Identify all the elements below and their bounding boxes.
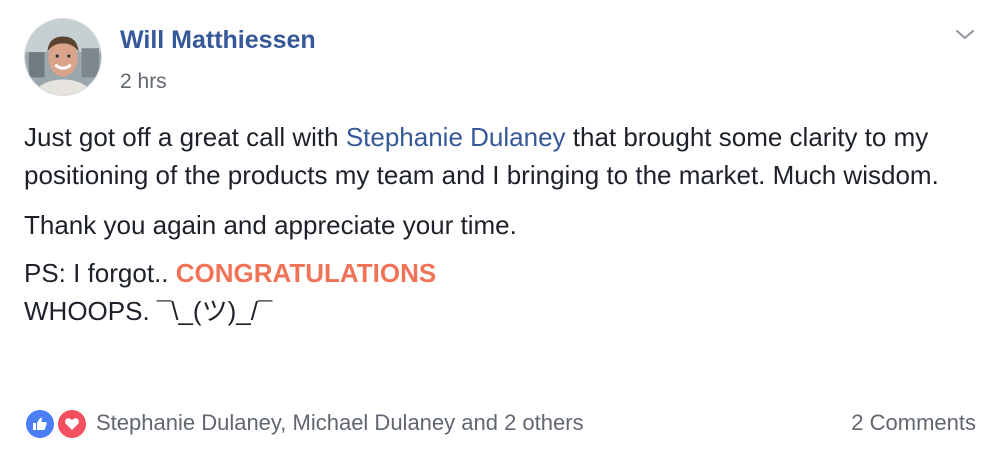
mention-link[interactable]: Stephanie Dulaney [346, 122, 566, 152]
post-paragraph: WHOOPS. ¯\_(ツ)_/¯ [24, 292, 979, 330]
author-name[interactable]: Will Matthiessen [120, 26, 316, 55]
reactors-summary[interactable]: Stephanie Dulaney, Michael Dulaney and 2… [96, 410, 584, 436]
post-card: Will Matthiessen 2 hrs Just got off a gr… [0, 0, 998, 460]
post-paragraph: Thank you again and appreciate your time… [24, 206, 979, 244]
chevron-down-icon[interactable] [954, 26, 976, 44]
body-text: Just got off a great call with [24, 122, 346, 152]
post-paragraph: PS: I forgot.. CONGRATULATIONS [24, 254, 979, 292]
post-footer: Stephanie Dulaney, Michael Dulaney and 2… [24, 404, 976, 444]
love-icon[interactable] [56, 408, 88, 440]
post-body: Just got off a great call with Stephanie… [24, 118, 979, 330]
avatar[interactable] [24, 18, 102, 96]
comments-count-link[interactable]: 2 Comments [851, 410, 976, 436]
post-paragraph: Just got off a great call with Stephanie… [24, 118, 979, 194]
body-text: Thank you again and appreciate your time… [24, 210, 517, 240]
post-timestamp[interactable]: 2 hrs [120, 70, 167, 94]
reaction-icons[interactable] [24, 408, 94, 440]
highlighted-text: CONGRATULATIONS [175, 258, 437, 288]
body-text: PS: I forgot.. [24, 258, 176, 288]
body-text: WHOOPS. ¯\_(ツ)_/¯ [24, 296, 273, 326]
like-icon[interactable] [24, 408, 56, 440]
